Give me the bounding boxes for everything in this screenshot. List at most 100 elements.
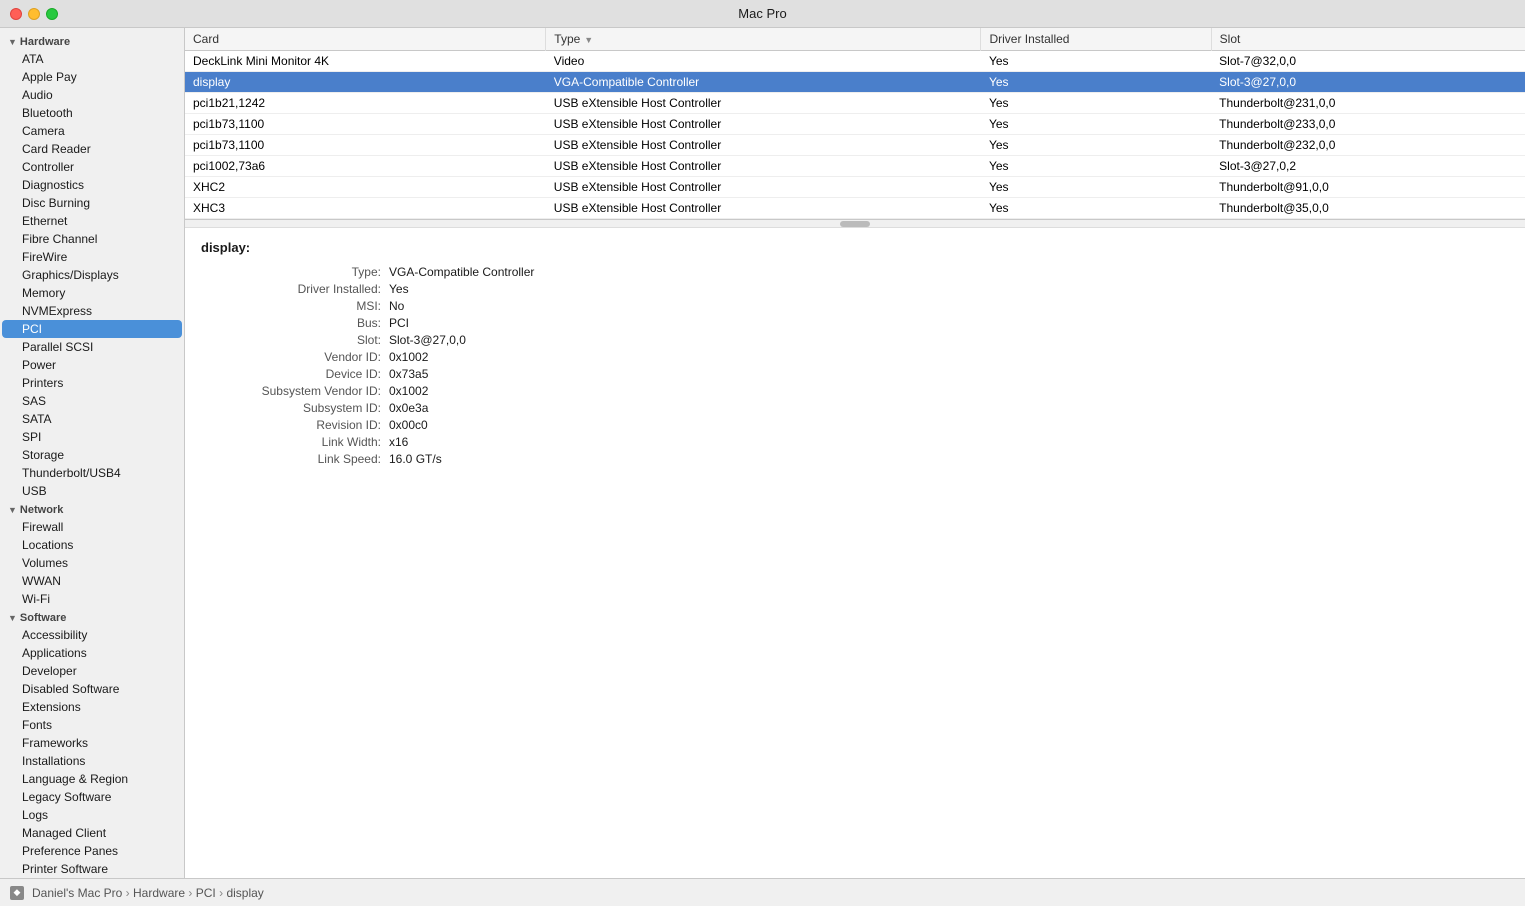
sidebar-item-storage[interactable]: Storage <box>0 446 184 464</box>
content-area: CardType▼Driver InstalledSlot DeckLink M… <box>185 28 1525 878</box>
sidebar-item-nvmexpress[interactable]: NVMExpress <box>0 302 184 320</box>
sidebar-item-bluetooth[interactable]: Bluetooth <box>0 104 184 122</box>
detail-value: PCI <box>389 316 1509 330</box>
close-button[interactable] <box>10 8 22 20</box>
sidebar-item-disabled-software[interactable]: Disabled Software <box>0 680 184 698</box>
detail-label: Link Width: <box>201 435 381 449</box>
sidebar: ▼ HardwareATAApple PayAudioBluetoothCame… <box>0 28 185 878</box>
breadcrumb-separator: › <box>188 886 192 900</box>
sidebar-item-logs[interactable]: Logs <box>0 806 184 824</box>
sidebar-item-printer-software[interactable]: Printer Software <box>0 860 184 878</box>
detail-value: 16.0 GT/s <box>389 452 1509 466</box>
sidebar-item-preference-panes[interactable]: Preference Panes <box>0 842 184 860</box>
cell-type: USB eXtensible Host Controller <box>546 198 981 219</box>
col-header-type[interactable]: Type▼ <box>546 28 981 51</box>
table-row[interactable]: pci1002,73a6USB eXtensible Host Controll… <box>185 156 1525 177</box>
sidebar-item-locations[interactable]: Locations <box>0 536 184 554</box>
sidebar-item-parallel-scsi[interactable]: Parallel SCSI <box>0 338 184 356</box>
detail-grid: Type:VGA-Compatible ControllerDriver Ins… <box>201 265 1509 466</box>
sidebar-item-memory[interactable]: Memory <box>0 284 184 302</box>
detail-label: Link Speed: <box>201 452 381 466</box>
traffic-lights <box>10 8 58 20</box>
sidebar-item-ethernet[interactable]: Ethernet <box>0 212 184 230</box>
cell-type: USB eXtensible Host Controller <box>546 177 981 198</box>
detail-value: 0x0e3a <box>389 401 1509 415</box>
detail-value: x16 <box>389 435 1509 449</box>
table-row[interactable]: pci1b21,1242USB eXtensible Host Controll… <box>185 93 1525 114</box>
sidebar-item-frameworks[interactable]: Frameworks <box>0 734 184 752</box>
main-container: ▼ HardwareATAApple PayAudioBluetoothCame… <box>0 28 1525 878</box>
sidebar-item-camera[interactable]: Camera <box>0 122 184 140</box>
sidebar-item-fibre-channel[interactable]: Fibre Channel <box>0 230 184 248</box>
breadcrumb-item: Hardware <box>133 886 185 900</box>
sidebar-item-firewall[interactable]: Firewall <box>0 518 184 536</box>
table-row[interactable]: XHC3USB eXtensible Host ControllerYesThu… <box>185 198 1525 219</box>
sidebar-item-volumes[interactable]: Volumes <box>0 554 184 572</box>
sidebar-item-firewire[interactable]: FireWire <box>0 248 184 266</box>
sidebar-item-applications[interactable]: Applications <box>0 644 184 662</box>
sidebar-section-software[interactable]: ▼ Software <box>0 608 184 626</box>
sidebar-item-audio[interactable]: Audio <box>0 86 184 104</box>
table-row[interactable]: displayVGA-Compatible ControllerYesSlot-… <box>185 72 1525 93</box>
sidebar-item-accessibility[interactable]: Accessibility <box>0 626 184 644</box>
sidebar-item-disc-burning[interactable]: Disc Burning <box>0 194 184 212</box>
table-row[interactable]: XHC2USB eXtensible Host ControllerYesThu… <box>185 177 1525 198</box>
sidebar-item-managed-client[interactable]: Managed Client <box>0 824 184 842</box>
detail-value: 0x1002 <box>389 384 1509 398</box>
sidebar-item-pci[interactable]: PCI <box>2 320 182 338</box>
detail-value: VGA-Compatible Controller <box>389 265 1509 279</box>
sidebar-item-installations[interactable]: Installations <box>0 752 184 770</box>
sort-arrow-icon: ▼ <box>584 35 593 45</box>
cell-slot: Thunderbolt@233,0,0 <box>1211 114 1525 135</box>
cell-slot: Thunderbolt@231,0,0 <box>1211 93 1525 114</box>
sidebar-item-printers[interactable]: Printers <box>0 374 184 392</box>
detail-value: 0x73a5 <box>389 367 1509 381</box>
detail-label: MSI: <box>201 299 381 313</box>
sidebar-item-apple-pay[interactable]: Apple Pay <box>0 68 184 86</box>
scroll-bar[interactable] <box>185 220 1525 228</box>
sidebar-item-legacy-software[interactable]: Legacy Software <box>0 788 184 806</box>
sidebar-section-network[interactable]: ▼ Network <box>0 500 184 518</box>
sidebar-item-wi-fi[interactable]: Wi-Fi <box>0 590 184 608</box>
cell-card: pci1002,73a6 <box>185 156 546 177</box>
cell-card: XHC3 <box>185 198 546 219</box>
cell-driver_installed: Yes <box>981 93 1211 114</box>
sidebar-item-language---region[interactable]: Language & Region <box>0 770 184 788</box>
cell-driver_installed: Yes <box>981 198 1211 219</box>
sidebar-item-extensions[interactable]: Extensions <box>0 698 184 716</box>
sidebar-item-card-reader[interactable]: Card Reader <box>0 140 184 158</box>
maximize-button[interactable] <box>46 8 58 20</box>
sidebar-item-sata[interactable]: SATA <box>0 410 184 428</box>
detail-value: 0x1002 <box>389 350 1509 364</box>
breadcrumb-separator: › <box>219 886 223 900</box>
sidebar-item-graphics-displays[interactable]: Graphics/Displays <box>0 266 184 284</box>
breadcrumb-item: PCI <box>196 886 216 900</box>
sidebar-item-developer[interactable]: Developer <box>0 662 184 680</box>
sidebar-item-power[interactable]: Power <box>0 356 184 374</box>
sidebar-item-thunderbolt-usb4[interactable]: Thunderbolt/USB4 <box>0 464 184 482</box>
sidebar-item-usb[interactable]: USB <box>0 482 184 500</box>
chevron-down-icon: ▼ <box>8 37 17 47</box>
sidebar-item-controller[interactable]: Controller <box>0 158 184 176</box>
col-header-card[interactable]: Card <box>185 28 546 51</box>
sidebar-item-sas[interactable]: SAS <box>0 392 184 410</box>
sidebar-section-hardware[interactable]: ▼ Hardware <box>0 32 184 50</box>
sidebar-item-spi[interactable]: SPI <box>0 428 184 446</box>
detail-label: Bus: <box>201 316 381 330</box>
cell-slot: Slot-7@32,0,0 <box>1211 51 1525 72</box>
table-row[interactable]: pci1b73,1100USB eXtensible Host Controll… <box>185 114 1525 135</box>
cell-type: VGA-Compatible Controller <box>546 72 981 93</box>
detail-panel: display: Type:VGA-Compatible ControllerD… <box>185 228 1525 878</box>
sidebar-item-wwan[interactable]: WWAN <box>0 572 184 590</box>
col-header-slot: Slot <box>1211 28 1525 51</box>
sidebar-item-ata[interactable]: ATA <box>0 50 184 68</box>
sidebar-item-fonts[interactable]: Fonts <box>0 716 184 734</box>
cell-type: USB eXtensible Host Controller <box>546 93 981 114</box>
minimize-button[interactable] <box>28 8 40 20</box>
sidebar-item-diagnostics[interactable]: Diagnostics <box>0 176 184 194</box>
cell-slot: Thunderbolt@91,0,0 <box>1211 177 1525 198</box>
detail-label: Slot: <box>201 333 381 347</box>
table-row[interactable]: pci1b73,1100USB eXtensible Host Controll… <box>185 135 1525 156</box>
table-row[interactable]: DeckLink Mini Monitor 4KVideoYesSlot-7@3… <box>185 51 1525 72</box>
cell-driver_installed: Yes <box>981 156 1211 177</box>
